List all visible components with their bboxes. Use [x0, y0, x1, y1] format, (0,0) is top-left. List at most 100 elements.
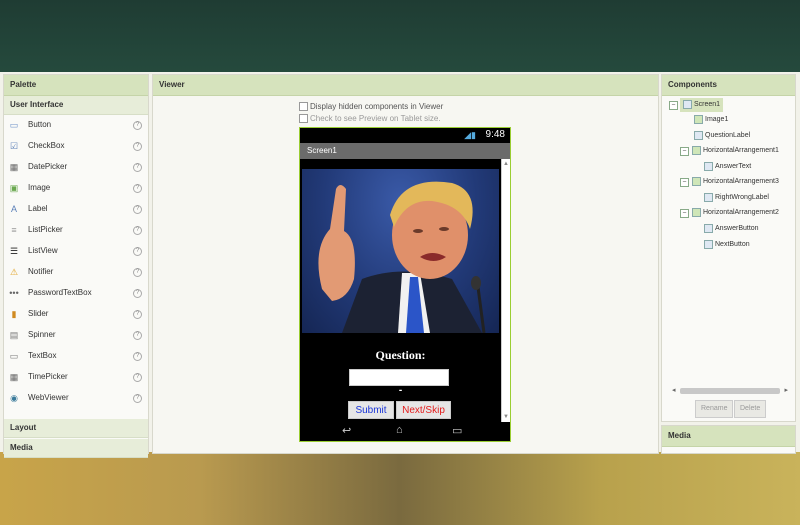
- tree-item-horizontalarrangement2[interactable]: HorizontalArrangement2: [692, 206, 779, 220]
- notifier-icon: ⚠: [9, 267, 19, 277]
- tablet-preview-row[interactable]: Check to see Preview on Tablet size.: [299, 113, 441, 125]
- display-hidden-label: Display hidden components in Viewer: [310, 102, 444, 111]
- palette-item-passwordtextbox[interactable]: ••• PasswordTextBox?: [4, 283, 148, 304]
- back-icon[interactable]: ↩: [342, 424, 351, 437]
- help-icon[interactable]: ?: [133, 121, 142, 130]
- screen-icon: [683, 99, 692, 109]
- palette-item-checkbox[interactable]: ☑ CheckBox?: [4, 136, 148, 157]
- palette-item-label: ListView: [28, 246, 58, 255]
- phone-screen: Question: - Submit Next/Skip: [300, 159, 501, 422]
- help-icon[interactable]: ?: [133, 268, 142, 277]
- help-icon[interactable]: ?: [133, 289, 142, 298]
- palette-item-label: Image: [28, 183, 51, 192]
- palette-item-list: ▭ Button? ☑ CheckBox? ▦ DatePicker? ▣ Image? A La…: [4, 115, 148, 409]
- rename-button[interactable]: Rename: [695, 400, 734, 418]
- arrangement-icon: [692, 145, 701, 155]
- palette-item-datepicker[interactable]: ▦ DatePicker?: [4, 157, 148, 178]
- palette-section-layout[interactable]: Layout: [4, 419, 148, 438]
- phone-scrollbar[interactable]: ▲ ▼: [501, 159, 510, 422]
- palette-item-listpicker[interactable]: ≡ ListPicker?: [4, 220, 148, 241]
- listview-icon: ☰: [9, 246, 19, 256]
- help-icon[interactable]: ?: [133, 142, 142, 151]
- palette-item-timepicker[interactable]: ▦ TimePicker?: [4, 367, 148, 388]
- tree-item-screen1[interactable]: Screen1: [680, 98, 724, 112]
- textbox-icon: [704, 161, 713, 171]
- slider-icon: ▮: [11, 309, 17, 319]
- question-label: Question:: [375, 348, 426, 362]
- scroll-left-arrow-icon[interactable]: ◂: [672, 386, 676, 394]
- tree-item-nextbutton[interactable]: NextButton: [704, 238, 750, 252]
- submit-button[interactable]: Submit: [348, 401, 394, 419]
- palette-item-label[interactable]: A Label?: [4, 199, 148, 220]
- tree-item-horizontalarrangement1[interactable]: HorizontalArrangement1: [692, 144, 779, 158]
- help-icon[interactable]: ?: [133, 373, 142, 382]
- palette-item-listview[interactable]: ☰ ListView?: [4, 241, 148, 262]
- display-hidden-row[interactable]: Display hidden components in Viewer: [299, 101, 443, 113]
- image1-photo[interactable]: [302, 169, 499, 333]
- home-icon[interactable]: ⌂: [396, 424, 403, 436]
- palette-item-slider[interactable]: ▮ Slider?: [4, 304, 148, 325]
- arrangement-icon: [692, 207, 701, 217]
- palette-item-label: Spinner: [28, 330, 56, 339]
- timepicker-icon: ▦: [9, 372, 19, 382]
- answer-text-input[interactable]: [349, 369, 449, 386]
- palette-item-notifier[interactable]: ⚠ Notifier?: [4, 262, 148, 283]
- status-time: 9:48: [485, 129, 505, 140]
- palette-item-spinner[interactable]: ▤ Spinner?: [4, 325, 148, 346]
- tablet-preview-checkbox[interactable]: [299, 114, 308, 124]
- recents-icon[interactable]: ▭: [452, 424, 462, 437]
- datepicker-icon: ▦: [9, 162, 19, 172]
- help-icon[interactable]: ?: [133, 331, 142, 340]
- tree-item-rightwronglabel[interactable]: RightWrongLabel: [704, 191, 769, 205]
- palette-item-image[interactable]: ▣ Image?: [4, 178, 148, 199]
- palette-item-label: Button: [28, 120, 52, 129]
- help-icon[interactable]: ?: [133, 226, 142, 235]
- button-icon: [704, 239, 713, 249]
- help-icon[interactable]: ?: [133, 394, 142, 403]
- tree-item-answertext[interactable]: AnswerText: [704, 160, 751, 174]
- tree-item-questionlabel[interactable]: QuestionLabel: [694, 129, 750, 143]
- image-icon: [694, 114, 703, 124]
- components-hscrollbar[interactable]: ◂ ▸: [672, 387, 788, 395]
- display-hidden-checkbox[interactable]: [299, 102, 308, 112]
- components-panel: Components – Screen1 Image1 QuestionLabe…: [661, 74, 796, 422]
- label-icon: A: [10, 204, 17, 214]
- scroll-right-arrow-icon[interactable]: ▸: [784, 386, 788, 394]
- palette-item-label: PasswordTextBox: [28, 288, 92, 297]
- palette-item-button[interactable]: ▭ Button?: [4, 115, 148, 136]
- tree-item-image1[interactable]: Image1: [694, 113, 728, 127]
- password-icon: •••: [9, 288, 19, 298]
- tree-item-horizontalarrangement3[interactable]: HorizontalArrangement3: [692, 175, 779, 189]
- media-header: Media: [662, 426, 795, 447]
- help-icon[interactable]: ?: [133, 247, 142, 256]
- palette-section-media[interactable]: Media: [4, 439, 148, 458]
- collapse-toggle-icon[interactable]: –: [680, 147, 689, 156]
- help-icon[interactable]: ?: [133, 205, 142, 214]
- palette-item-textbox[interactable]: ▭ TextBox?: [4, 346, 148, 367]
- button-icon: ▭: [9, 120, 19, 130]
- phone-preview: ◢▮ 9:48 Screen1 Question: - Submit Next/…: [299, 127, 511, 442]
- desktop-background: [0, 452, 800, 525]
- tree-item-answerbutton[interactable]: AnswerButton: [704, 222, 759, 236]
- collapse-toggle-icon[interactable]: –: [680, 209, 689, 218]
- palette-header: Palette: [4, 75, 148, 96]
- palette-item-webviewer[interactable]: ◉ WebViewer?: [4, 388, 148, 409]
- palette-item-label: TextBox: [28, 351, 57, 360]
- scroll-up-arrow-icon[interactable]: ▲: [503, 161, 509, 167]
- help-icon[interactable]: ?: [133, 184, 142, 193]
- collapse-toggle-icon[interactable]: –: [680, 178, 689, 187]
- palette-item-label: Notifier: [28, 267, 54, 276]
- delete-button[interactable]: Delete: [734, 400, 767, 418]
- right-wrong-label: -: [398, 385, 403, 396]
- viewer-panel: Viewer Display hidden components in View…: [152, 74, 659, 454]
- collapse-toggle-icon[interactable]: –: [669, 101, 678, 110]
- scroll-thumb[interactable]: [680, 388, 780, 394]
- help-icon[interactable]: ?: [133, 163, 142, 172]
- help-icon[interactable]: ?: [133, 310, 142, 319]
- palette-item-label: DatePicker: [28, 162, 68, 171]
- scroll-down-arrow-icon[interactable]: ▼: [503, 414, 509, 420]
- next-skip-button[interactable]: Next/Skip: [396, 401, 451, 419]
- checkbox-icon: ☑: [9, 141, 19, 151]
- palette-section-user-interface[interactable]: User Interface: [4, 96, 148, 115]
- help-icon[interactable]: ?: [133, 352, 142, 361]
